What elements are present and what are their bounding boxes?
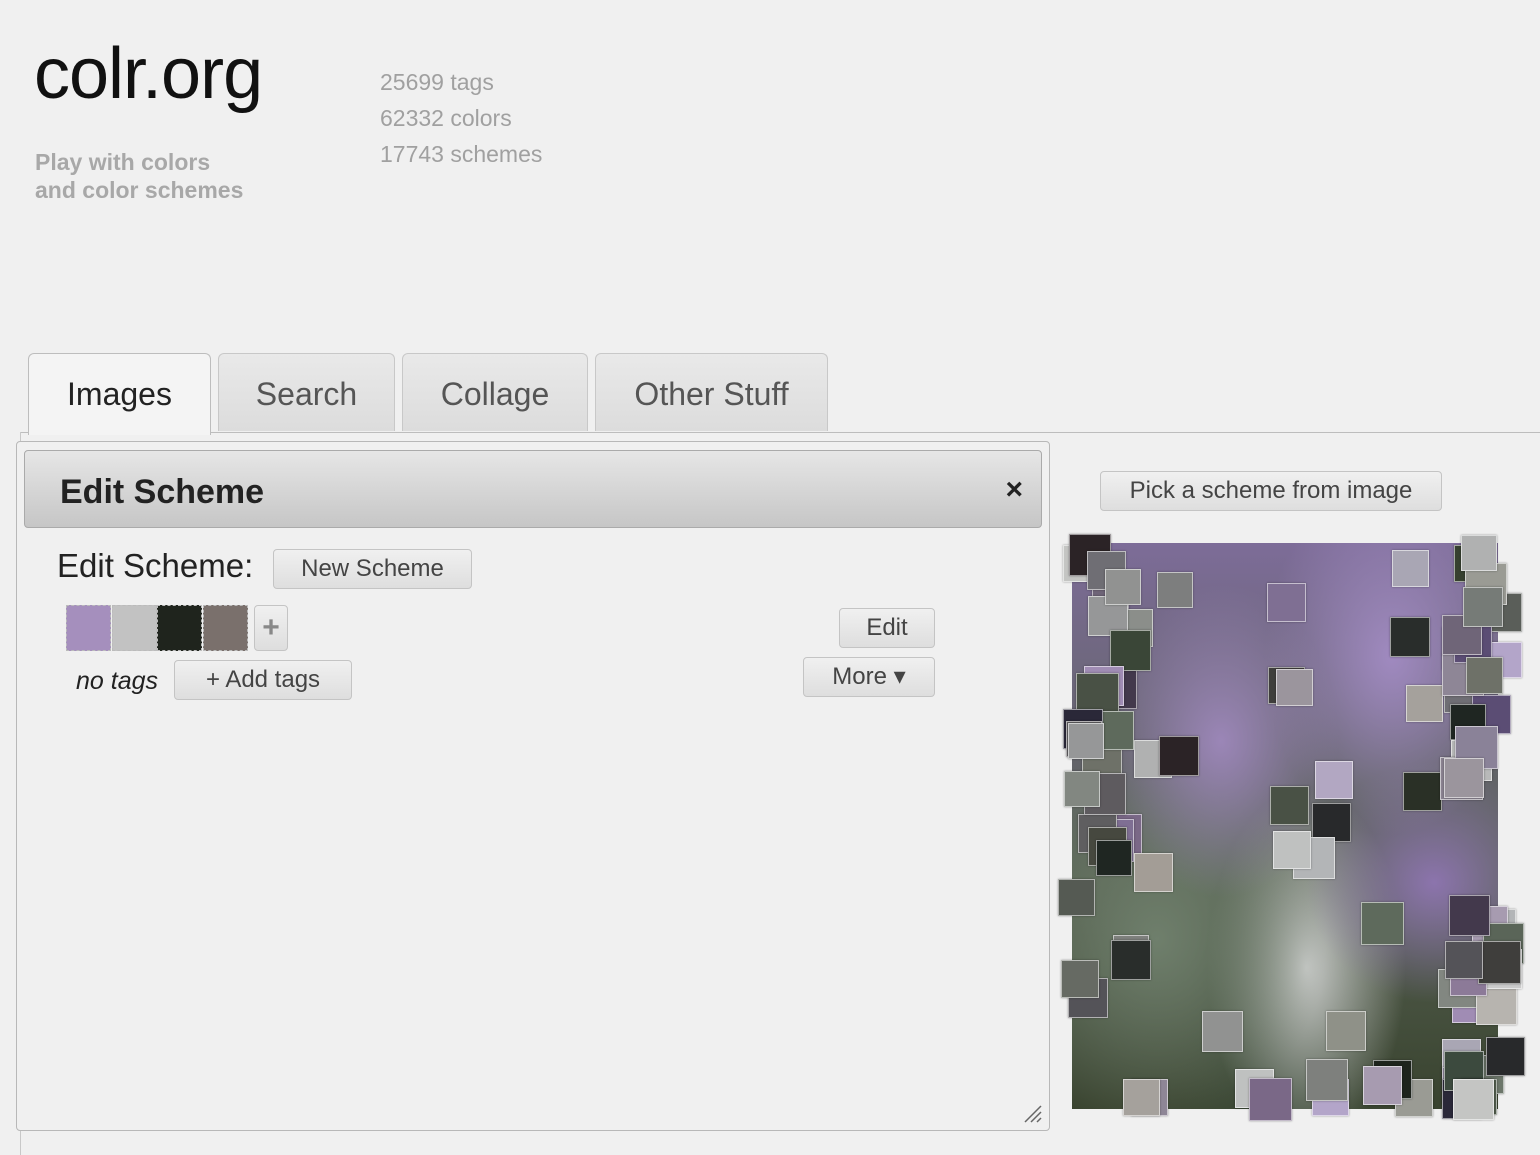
color-sample[interactable]	[1444, 758, 1484, 798]
logo: colr.org	[34, 34, 263, 114]
color-sample[interactable]	[1453, 1079, 1494, 1120]
color-sample[interactable]	[1061, 960, 1099, 998]
color-sample[interactable]	[1463, 587, 1503, 627]
edit-scheme-dialog: Edit Scheme × Edit Scheme: New Scheme + …	[16, 441, 1050, 1131]
color-sample[interactable]	[1363, 1066, 1402, 1105]
pick-scheme-from-image-button[interactable]: Pick a scheme from image	[1100, 471, 1442, 511]
color-sample[interactable]	[1449, 895, 1490, 936]
more-dropdown-button[interactable]: More ▾	[803, 657, 935, 697]
color-sample[interactable]	[1361, 902, 1404, 945]
color-sample[interactable]	[1390, 617, 1430, 657]
color-swatch[interactable]	[66, 605, 111, 651]
site-stats: 25699 tags 62332 colors 17743 schemes	[380, 64, 542, 172]
tab-panel-border	[20, 432, 1540, 433]
color-sample[interactable]	[1306, 1059, 1348, 1101]
color-sample[interactable]	[1326, 1011, 1366, 1051]
dialog-titlebar[interactable]: Edit Scheme ×	[24, 450, 1042, 528]
color-sample[interactable]	[1134, 853, 1173, 892]
stat-schemes: 17743 schemes	[380, 141, 543, 167]
color-sample[interactable]	[1403, 772, 1442, 811]
color-swatch[interactable]	[157, 605, 202, 651]
color-sample[interactable]	[1105, 569, 1141, 605]
color-sample[interactable]	[1466, 657, 1503, 694]
tab-search[interactable]: Search	[218, 353, 395, 431]
color-sample[interactable]	[1096, 840, 1132, 876]
color-sample[interactable]	[1406, 685, 1443, 722]
color-sample[interactable]	[1068, 723, 1104, 759]
tab-images[interactable]: Images	[28, 353, 211, 435]
stat-tags: 25699 tags	[380, 69, 494, 95]
color-swatch[interactable]	[112, 605, 157, 651]
color-sample[interactable]	[1270, 786, 1309, 825]
color-sample[interactable]	[1445, 941, 1483, 979]
tab-other-stuff[interactable]: Other Stuff	[595, 353, 828, 431]
color-sample[interactable]	[1273, 831, 1311, 869]
close-icon[interactable]: ×	[1005, 473, 1023, 507]
color-sample[interactable]	[1202, 1011, 1243, 1052]
color-sample[interactable]	[1267, 583, 1306, 622]
color-sample[interactable]	[1123, 1079, 1160, 1116]
color-sample[interactable]	[1111, 940, 1151, 980]
add-tags-button[interactable]: + Add tags	[174, 660, 352, 700]
tagline: Play with colors and color schemes	[35, 148, 243, 204]
tab-collage[interactable]: Collage	[402, 353, 588, 431]
color-sample[interactable]	[1157, 572, 1193, 608]
resize-handle-icon[interactable]	[1023, 1104, 1043, 1124]
tagline-line-2: and color schemes	[35, 177, 244, 203]
dialog-title: Edit Scheme	[60, 473, 265, 511]
source-image[interactable]	[1058, 534, 1525, 1121]
color-swatch[interactable]	[203, 605, 248, 651]
color-sample[interactable]	[1315, 761, 1353, 799]
no-tags-label: no tags	[76, 667, 159, 695]
edit-scheme-label: Edit Scheme:	[57, 547, 254, 584]
color-sample[interactable]	[1064, 771, 1100, 807]
color-sample[interactable]	[1110, 630, 1151, 671]
color-sample[interactable]	[1159, 736, 1199, 776]
color-sample[interactable]	[1276, 669, 1313, 706]
edit-button[interactable]: Edit	[839, 608, 935, 648]
color-sample[interactable]	[1392, 550, 1429, 587]
color-sample[interactable]	[1058, 879, 1095, 916]
color-sample[interactable]	[1461, 535, 1497, 571]
new-scheme-button[interactable]: New Scheme	[273, 549, 472, 589]
add-color-button[interactable]: +	[254, 605, 288, 651]
stat-colors: 62332 colors	[380, 105, 512, 131]
color-sample[interactable]	[1249, 1078, 1292, 1121]
color-sample[interactable]	[1486, 1037, 1525, 1076]
color-sample[interactable]	[1478, 941, 1521, 984]
tagline-line-1: Play with colors	[35, 149, 211, 175]
